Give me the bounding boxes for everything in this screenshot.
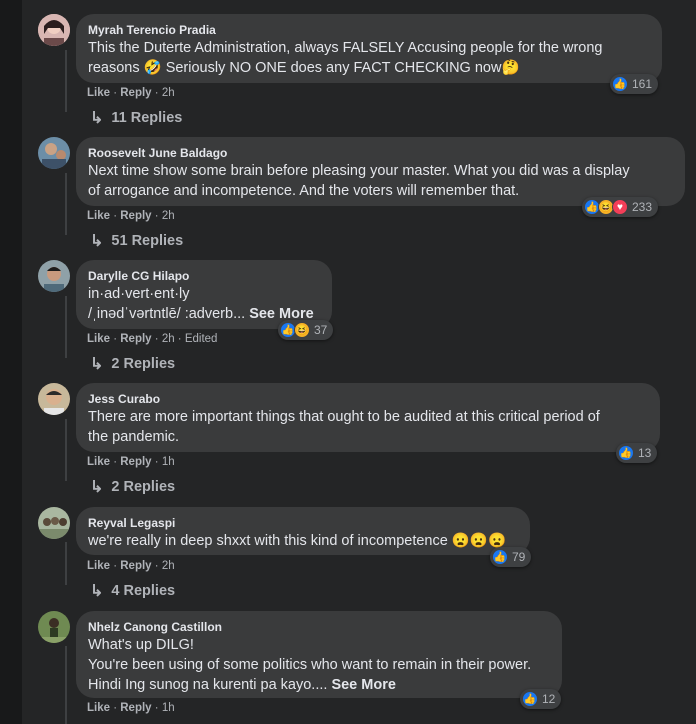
like-button[interactable]: Like <box>87 456 110 468</box>
comment-bubble: Jess Curabo There are more important thi… <box>76 383 660 452</box>
replies-count: 2 Replies <box>111 479 176 495</box>
see-more-link[interactable]: See More <box>331 677 395 693</box>
comment-time[interactable]: 1h <box>162 702 175 714</box>
comment-actions: Like · Reply · 2h <box>87 560 175 572</box>
reply-arrow-icon: ↳ <box>90 233 104 250</box>
like-button[interactable]: Like <box>87 210 110 222</box>
comment-text: This the Duterte Administration, always … <box>88 40 603 56</box>
comment-bubble: Myrah Terencio Pradia This the Duterte A… <box>76 14 662 83</box>
avatar[interactable] <box>38 137 70 169</box>
reaction-summary[interactable]: 👍 161 <box>610 74 659 94</box>
thumbs-up-icon: 👍 <box>618 445 634 461</box>
comment-actions: Like · Reply · 1h <box>87 702 175 714</box>
reply-button[interactable]: Reply <box>120 456 151 468</box>
thumbs-up-icon: 👍 <box>522 691 538 707</box>
reaction-summary[interactable]: 👍 79 <box>490 547 532 567</box>
reply-button[interactable]: Reply <box>120 560 151 572</box>
reaction-count: 13 <box>638 446 652 460</box>
comment-time[interactable]: 2h <box>162 210 175 222</box>
view-replies-button[interactable]: ↳ 11 Replies <box>90 108 182 128</box>
reaction-summary[interactable]: 👍 😆 ♥ 233 <box>582 197 659 217</box>
replies-count: 11 Replies <box>111 110 183 126</box>
reply-button[interactable]: Reply <box>120 87 151 99</box>
view-replies-button[interactable]: ↳ 51 Replies <box>90 231 183 251</box>
view-replies-button[interactable]: ↳ 2 Replies <box>90 477 175 497</box>
replies-count: 51 Replies <box>111 233 184 249</box>
avatar[interactable] <box>38 611 70 643</box>
comment-bubble: Darylle CG Hilapo in·ad·vert·ent·ly /ˌin… <box>76 260 332 329</box>
comments-panel: Myrah Terencio Pradia This the Duterte A… <box>22 0 696 724</box>
reply-arrow-icon: ↳ <box>90 583 104 600</box>
comment-text: the pandemic. <box>88 429 180 445</box>
replies-count: 2 Replies <box>111 356 176 372</box>
comment-bubble: Nhelz Canong Castillon What's up DILG! Y… <box>76 611 562 698</box>
reply-button[interactable]: Reply <box>120 210 151 222</box>
view-replies-button[interactable]: ↳ 2 Replies <box>90 354 175 374</box>
comment-text: What's up DILG! <box>88 637 194 653</box>
comment-text: reasons 🤣 Seriously NO ONE does any FACT… <box>88 60 520 76</box>
reaction-count: 161 <box>632 77 653 91</box>
reaction-summary[interactable]: 👍 13 <box>616 443 658 463</box>
heart-icon: ♥ <box>612 199 628 215</box>
avatar[interactable] <box>38 260 70 292</box>
comment-author[interactable]: Darylle CG Hilapo <box>88 268 320 284</box>
comment: Reyval Legaspi we're really in deep shxx… <box>38 507 658 602</box>
comment: Darylle CG Hilapo in·ad·vert·ent·ly /ˌin… <box>38 260 658 373</box>
comment: Jess Curabo There are more important thi… <box>38 383 660 496</box>
comment-text: we're really in deep shxxt with this kin… <box>88 533 507 549</box>
like-button[interactable]: Like <box>87 560 110 572</box>
reaction-count: 12 <box>542 692 556 706</box>
thumbs-up-icon: 👍 <box>612 76 628 92</box>
avatar[interactable] <box>38 383 70 415</box>
comment-text-truncated: Hindi Ing sunog na kurenti pa kayo.... <box>88 677 332 693</box>
reply-arrow-icon: ↳ <box>90 110 104 127</box>
reaction-summary[interactable]: 👍 12 <box>520 689 562 709</box>
reaction-count: 37 <box>314 323 328 337</box>
comment: Nhelz Canong Castillon What's up DILG! Y… <box>38 611 658 724</box>
avatar[interactable] <box>38 507 70 539</box>
comment-text: Hindi Ing sunog na kurenti pa kayo.... S… <box>88 675 550 695</box>
reaction-count: 233 <box>632 200 653 214</box>
edited-label[interactable]: Edited <box>185 333 218 345</box>
comment-time[interactable]: 1h <box>162 456 175 468</box>
comment: Roosevelt June Baldago Next time show so… <box>38 137 685 250</box>
reply-button[interactable]: Reply <box>120 702 151 714</box>
comment-actions: Like · Reply · 2h · Edited <box>87 333 218 345</box>
comment-actions: Like · Reply · 2h <box>87 210 175 222</box>
comment-text: in·ad·vert·ent·ly <box>88 286 190 302</box>
comment-author[interactable]: Reyval Legaspi <box>88 515 518 531</box>
comment-time[interactable]: 2h <box>162 560 175 572</box>
comment-bubble: Roosevelt June Baldago Next time show so… <box>76 137 685 206</box>
comment-actions: Like · Reply · 2h <box>87 87 175 99</box>
reply-arrow-icon: ↳ <box>90 356 104 373</box>
comment-actions: Like · Reply · 1h <box>87 456 175 468</box>
comment-author[interactable]: Jess Curabo <box>88 391 648 407</box>
comment-bubble: Reyval Legaspi we're really in deep shxx… <box>76 507 530 555</box>
reply-button[interactable]: Reply <box>120 333 151 345</box>
reply-arrow-icon: ↳ <box>90 479 104 496</box>
comment-author[interactable]: Nhelz Canong Castillon <box>88 619 550 635</box>
like-button[interactable]: Like <box>87 702 110 714</box>
comment-text: You're been using of some politics who w… <box>88 657 532 673</box>
comment-text: Next time show some brain before pleasin… <box>88 163 630 179</box>
comment-time[interactable]: 2h <box>162 333 175 345</box>
comment: Myrah Terencio Pradia This the Duterte A… <box>38 14 662 127</box>
reaction-count: 79 <box>512 550 526 564</box>
haha-icon: 😆 <box>294 322 310 338</box>
comment-text-truncated: /ˌinədˈvərtntlē/ :adverb... <box>88 306 250 322</box>
avatar[interactable] <box>38 14 70 46</box>
replies-count: 4 Replies <box>111 583 176 599</box>
comment-time[interactable]: 2h <box>162 87 175 99</box>
comment-author[interactable]: Myrah Terencio Pradia <box>88 22 650 38</box>
reaction-summary[interactable]: 👍 😆 37 <box>278 320 334 340</box>
thumbs-up-icon: 👍 <box>492 549 508 565</box>
like-button[interactable]: Like <box>87 333 110 345</box>
view-replies-button[interactable]: ↳ 4 Replies <box>90 581 175 601</box>
like-button[interactable]: Like <box>87 87 110 99</box>
comment-text: There are more important things that oug… <box>88 409 600 425</box>
comment-author[interactable]: Roosevelt June Baldago <box>88 145 673 161</box>
